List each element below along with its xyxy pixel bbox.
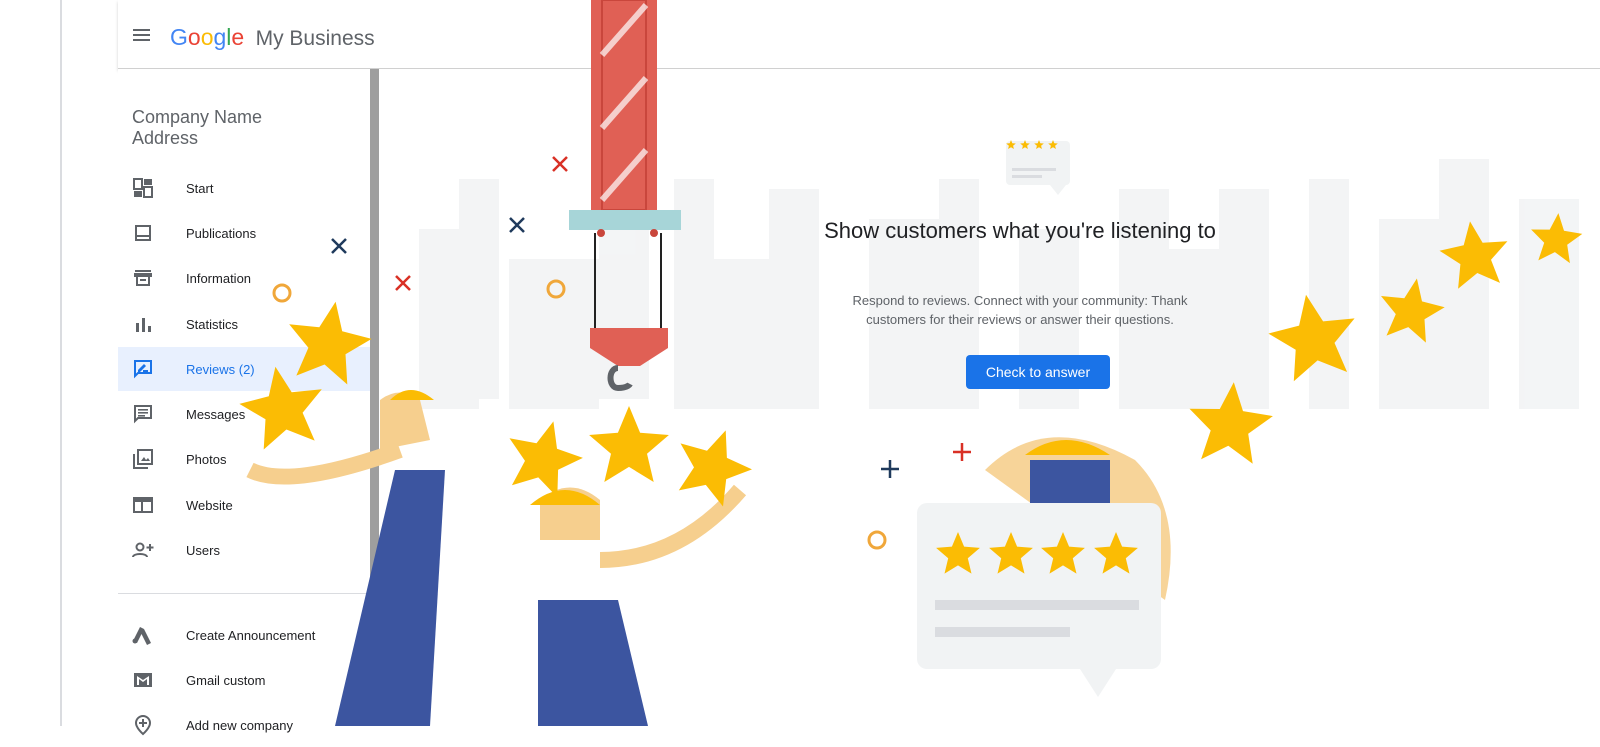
sidebar-item-reviews[interactable]: Reviews (2) <box>118 347 370 391</box>
sidebar-item-label: Add new company <box>186 717 293 733</box>
google-my-business-logo[interactable]: Google My Business <box>170 24 375 51</box>
business-name: Company Name <box>132 107 263 127</box>
sidebar-item-add-new-company[interactable]: Add new company <box>118 703 370 747</box>
google-wordmark-letter: g <box>213 24 227 50</box>
google-wordmark-letter: o <box>187 24 201 50</box>
bar-chart-icon <box>132 313 154 335</box>
dashboard-icon <box>132 177 154 199</box>
empty-state-headline: Show customers what you're listening to <box>824 218 1216 243</box>
product-name: My Business <box>255 27 375 50</box>
hamburger-menu-icon[interactable] <box>132 27 152 43</box>
sidebar-item-label: Gmail custom <box>186 672 266 688</box>
sidebar-item-label: Start <box>186 180 214 196</box>
sidebar-item-gmail-custom[interactable]: Gmail custom <box>118 658 370 702</box>
sidebar-scrollbar[interactable] <box>370 69 379 726</box>
check-to-answer-button[interactable]: Check to answer <box>966 355 1110 389</box>
rate-review-icon <box>132 358 154 380</box>
sidebar-item-label: Photos <box>186 451 227 467</box>
sidebar-item-label: Create Announcement <box>186 627 316 643</box>
sidebar-item-label: Information <box>186 270 252 286</box>
sidebar-divider <box>118 593 370 594</box>
storefront-icon <box>132 267 154 289</box>
business-address: Address <box>132 128 199 148</box>
ads-icon <box>132 624 154 646</box>
sidebar-item-label: Reviews (2) <box>186 361 255 377</box>
empty-state-description: Respond to reviews. Connect with your co… <box>852 293 1188 327</box>
sidebar-item-website[interactable]: Website <box>118 483 370 527</box>
sidebar-item-start[interactable]: Start <box>118 166 370 210</box>
sidebar-item-label: Website <box>186 497 233 513</box>
sidebar-item-publications[interactable]: Publications <box>118 211 370 255</box>
sidebar-item-messages[interactable]: Messages <box>118 392 370 436</box>
sidebar-item-label: Publications <box>186 225 257 241</box>
add-location-icon <box>132 714 154 736</box>
sidebar-item-information[interactable]: Information <box>118 256 370 300</box>
city-skyline-illustration <box>419 159 1579 409</box>
main-content <box>379 69 1600 726</box>
posts-icon <box>132 222 154 244</box>
google-wordmark-letter: o <box>200 24 214 50</box>
sidebar-item-photos[interactable]: Photos <box>118 437 370 481</box>
google-wordmark: Google <box>170 24 251 50</box>
web-icon <box>132 494 154 516</box>
gmail-icon <box>132 669 154 691</box>
photo-library-icon <box>132 448 154 470</box>
sidebar-item-statistics[interactable]: Statistics <box>118 302 370 346</box>
google-wordmark-letter: G <box>170 24 188 50</box>
window-left-gutter <box>0 0 62 726</box>
google-wordmark-letter: e <box>231 24 245 50</box>
sidebar-item-users[interactable]: Users <box>118 528 370 572</box>
top-app-bar: Google My Business <box>118 0 1600 69</box>
business-info[interactable]: Company Name Address <box>132 107 262 149</box>
person-add-icon <box>132 539 154 561</box>
sidebar-item-label: Statistics <box>186 316 239 332</box>
chat-icon <box>132 403 154 425</box>
sidebar-nav: Company Name Address Start Publications … <box>118 69 370 736</box>
sidebar-item-label: Messages <box>186 406 246 422</box>
sidebar-item-create-announcement[interactable]: Create Announcement <box>118 613 370 657</box>
sidebar-item-label: Users <box>186 542 220 558</box>
